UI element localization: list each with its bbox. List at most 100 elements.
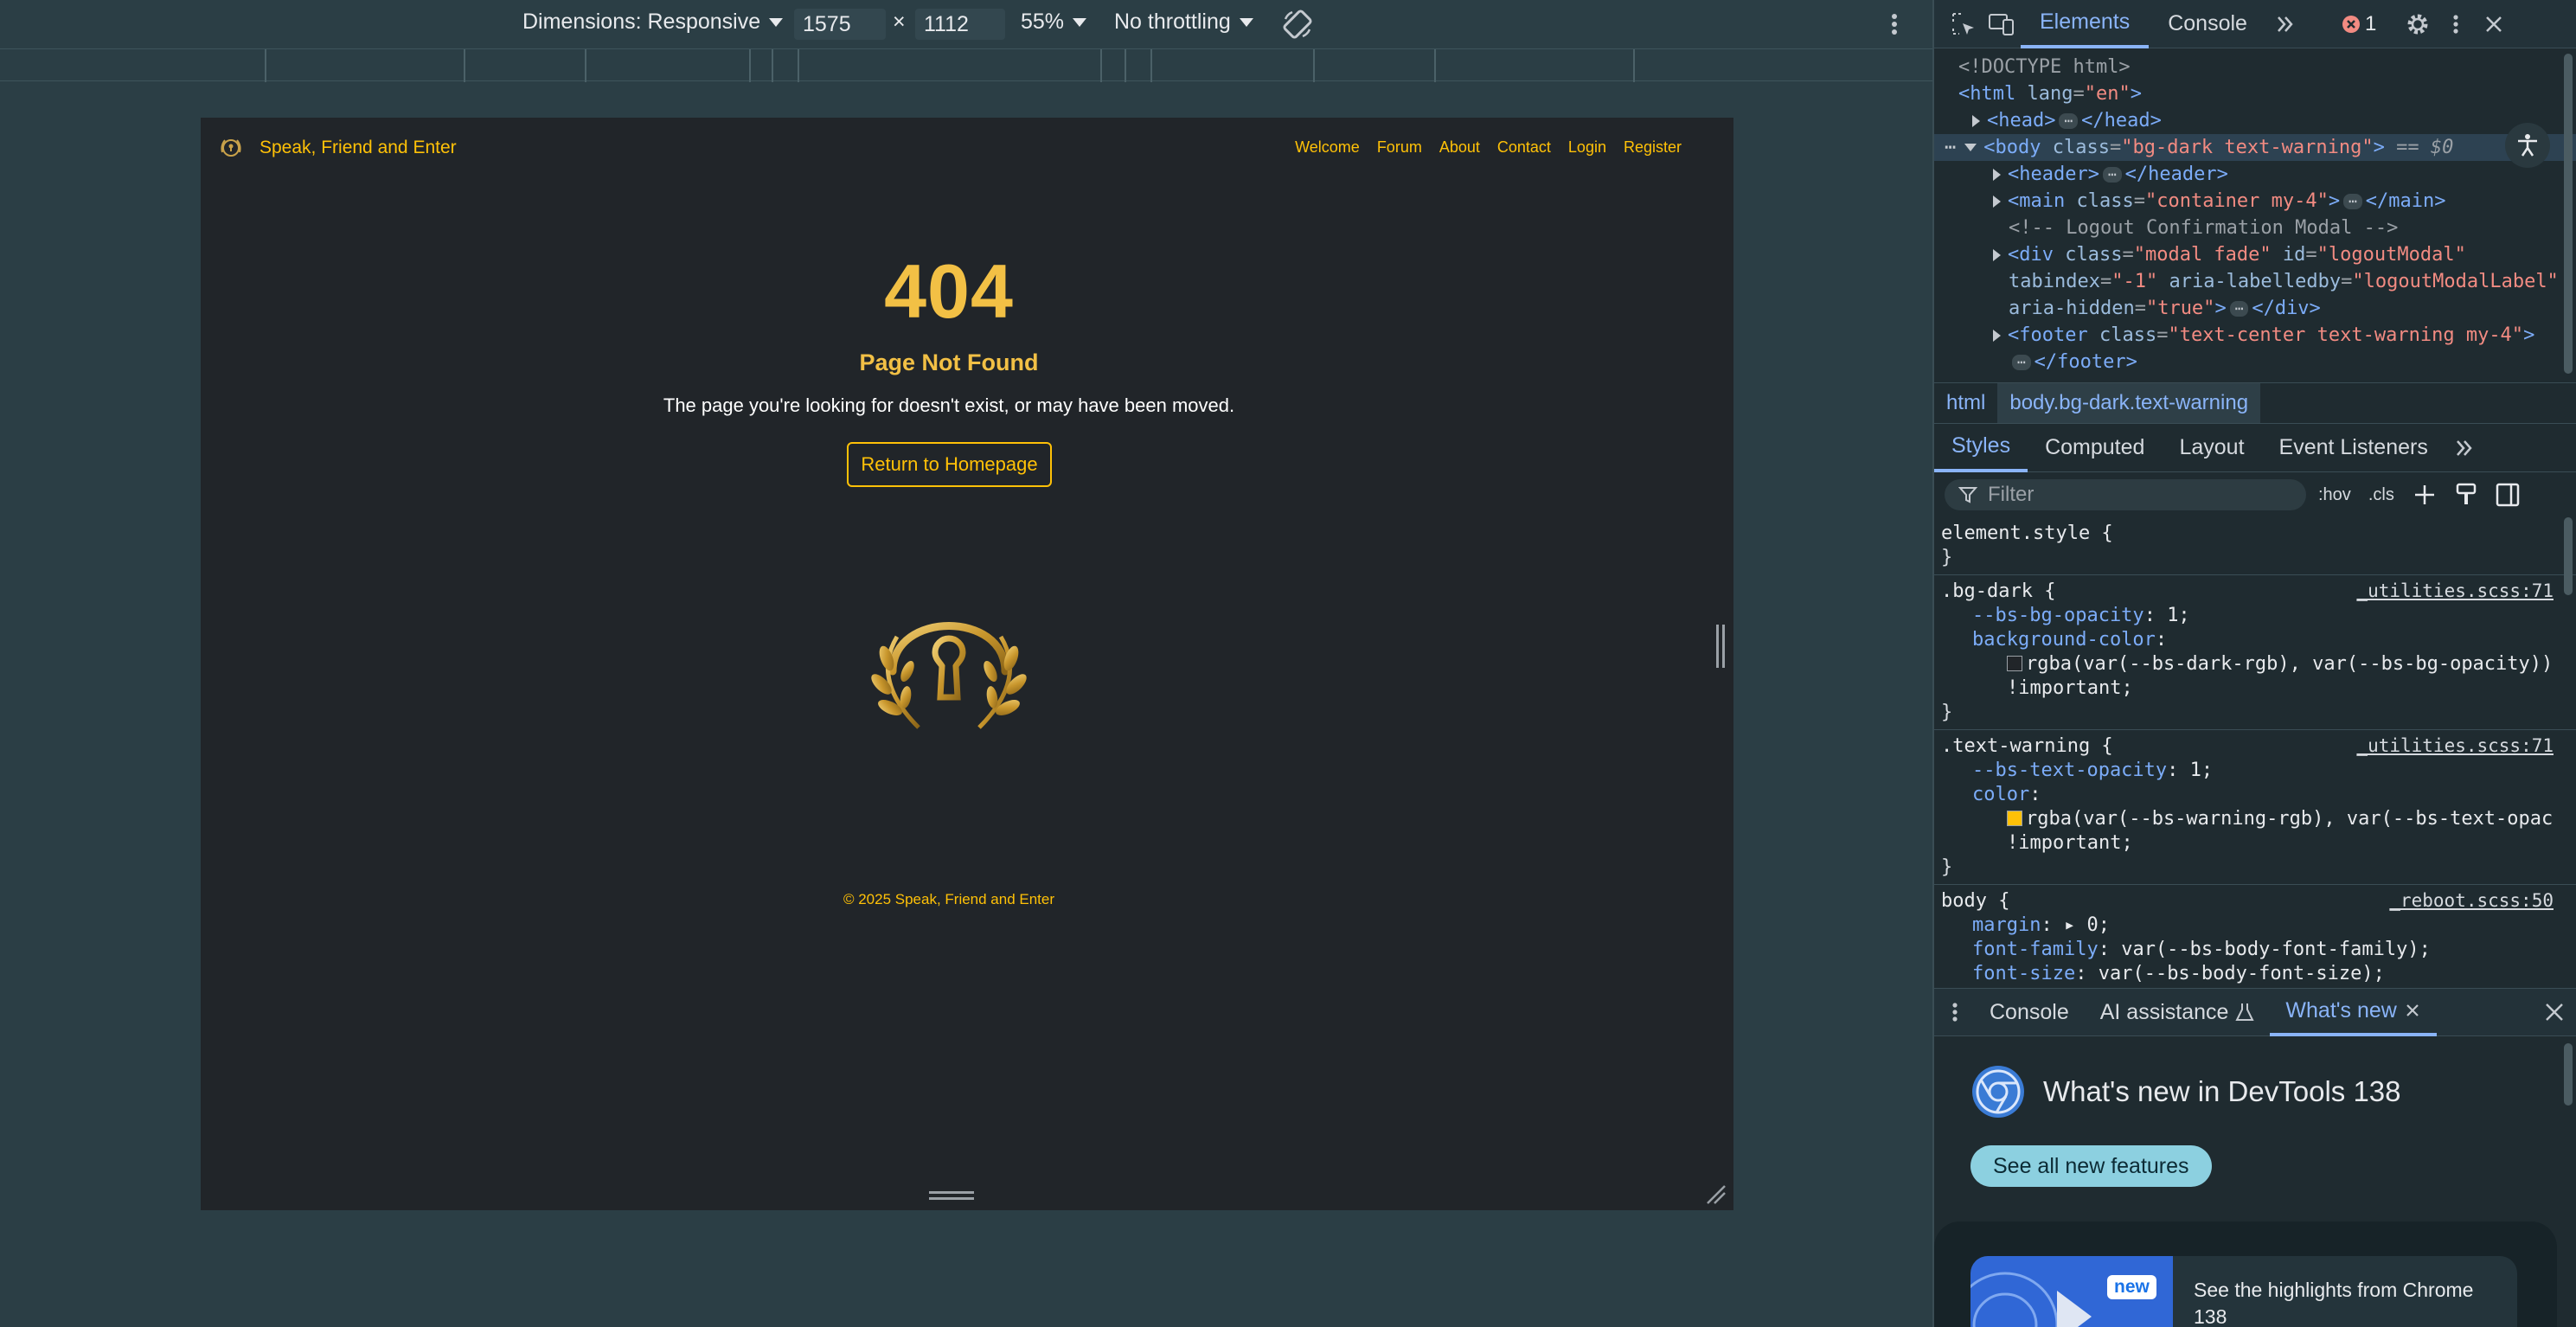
tab-event-listeners[interactable]: Event Listeners [2262, 424, 2445, 472]
devtools-main-tabs: Elements Console 1 [1934, 0, 2576, 48]
chevron-down-icon [1073, 17, 1087, 27]
media-query-marker[interactable] [798, 49, 799, 82]
breadcrumb-html[interactable]: html [1934, 383, 1997, 423]
accessibility-icon [2518, 134, 2537, 157]
new-badge: new [2107, 1275, 2156, 1299]
paint-brush-icon[interactable] [2455, 482, 2477, 508]
see-all-features-button[interactable]: See all new features [1970, 1145, 2212, 1187]
accessibility-tree-toggle[interactable] [2505, 123, 2550, 168]
tree-modal-div[interactable]: <div class = "modal fade" id = "logoutModal" [1934, 241, 2576, 268]
expand-arrow-icon[interactable] [1993, 248, 2001, 261]
more-options-icon[interactable] [1884, 7, 1905, 42]
drawer-menu-icon[interactable] [1936, 993, 1974, 1031]
resize-handle-horizontal[interactable] [929, 1189, 974, 1202]
nav-about[interactable]: About [1439, 138, 1480, 157]
close-tab-icon[interactable] [2404, 1002, 2421, 1019]
settings-gear-icon[interactable] [2399, 5, 2437, 43]
throttling-dropdown[interactable]: No throttling [1114, 10, 1253, 35]
chrome-logo-icon [1972, 1066, 2024, 1118]
color-swatch[interactable] [2007, 656, 2022, 671]
device-toggle-icon[interactable] [1983, 5, 2021, 43]
expand-arrow-icon[interactable] [1993, 168, 2001, 181]
return-home-button[interactable]: Return to Homepage [847, 442, 1052, 487]
site-header: Speak, Friend and Enter Welcome Forum Ab… [201, 118, 1733, 180]
tree-body-selected[interactable]: ⋯ <body class = "bg-dark text-warning" > == … [1934, 134, 2576, 161]
tab-console[interactable]: Console [2149, 0, 2266, 48]
zoom-dropdown[interactable]: 55% [1021, 10, 1087, 35]
cls-toggle[interactable]: .cls [2368, 485, 2394, 505]
media-query-marker[interactable] [464, 49, 465, 82]
chevron-down-icon [1239, 17, 1253, 27]
tree-head[interactable]: < head > ⋯ </head > [1934, 107, 2576, 134]
tab-elements[interactable]: Elements [2021, 0, 2150, 48]
elements-scrollbar[interactable] [2564, 54, 2573, 374]
customize-devtools-icon[interactable] [2437, 5, 2475, 43]
expand-arrow-icon[interactable] [1972, 114, 1980, 127]
source-link[interactable]: _utilities.scss:71 [2356, 580, 2554, 601]
media-query-marker[interactable] [1313, 49, 1315, 82]
more-tabs-icon[interactable] [2445, 429, 2483, 467]
rule-element-style[interactable]: element.style { } [1934, 517, 2576, 575]
rule-body[interactable]: body { _reboot.scss:50 margin: ▸ 0; font… [1934, 885, 2576, 984]
tree-footer[interactable]: <footer class = "text-center text-warning … [1934, 322, 2576, 349]
add-rule-icon[interactable] [2412, 482, 2438, 508]
nav-register[interactable]: Register [1624, 138, 1682, 157]
expand-arrow-icon[interactable] [1993, 195, 2001, 208]
rotate-icon[interactable] [1280, 7, 1315, 42]
rule-bg-dark[interactable]: .bg-dark { _utilities.scss:71 --bs-bg-op… [1934, 575, 2576, 730]
sidebar-toggle-icon[interactable] [2495, 482, 2521, 508]
media-query-marker[interactable] [1150, 49, 1152, 82]
width-input[interactable]: 1575 [794, 9, 886, 40]
rule-text-warning[interactable]: .text-warning { _utilities.scss:71 --bs-… [1934, 730, 2576, 885]
color-swatch[interactable] [2007, 811, 2022, 826]
resize-corner-icon[interactable] [1706, 1184, 1727, 1205]
tree-doctype[interactable]: <!DOCTYPE html> [1934, 54, 2576, 80]
drawer-tab-console[interactable]: Console [1974, 988, 2085, 1036]
drawer-tab-whats-new[interactable]: What's new [2270, 988, 2437, 1036]
resize-handle-vertical[interactable] [1714, 625, 1727, 668]
collapse-arrow-icon[interactable] [1964, 144, 1977, 151]
media-query-marker[interactable] [1633, 49, 1635, 82]
highlights-card[interactable]: new See the highlights from Chrome 138 [1934, 1221, 2557, 1327]
tree-html[interactable]: <html lang = "en" > [1934, 80, 2576, 107]
expand-arrow-icon[interactable] [1993, 329, 2001, 342]
nav-login[interactable]: Login [1568, 138, 1606, 157]
media-query-marker[interactable] [585, 49, 586, 82]
media-query-marker[interactable] [265, 49, 266, 82]
media-query-marker[interactable] [772, 49, 773, 82]
media-query-bar[interactable] [0, 48, 1932, 82]
nav-welcome[interactable]: Welcome [1295, 138, 1360, 157]
close-devtools-icon[interactable] [2475, 5, 2513, 43]
tab-computed[interactable]: Computed [2028, 424, 2162, 472]
styles-filter-input[interactable]: Filter [1945, 479, 2306, 510]
brand-link[interactable]: Speak, Friend and Enter [218, 135, 457, 161]
tree-header[interactable]: < header > ⋯ </header > [1934, 161, 2576, 188]
inspect-element-icon[interactable] [1945, 5, 1983, 43]
dimensions-dropdown[interactable]: Dimensions: Responsive [522, 10, 784, 35]
height-input[interactable]: 1112 [915, 9, 1005, 40]
nav-forum[interactable]: Forum [1377, 138, 1422, 157]
error-counter[interactable]: 1 [2341, 12, 2376, 36]
devtools-panel: Elements Console 1 <!DOCTYPE html> <html… [1932, 0, 2576, 1327]
whats-new-scrollbar[interactable] [2564, 1043, 2573, 1106]
drawer-tab-ai-assistance[interactable]: AI assistance [2085, 988, 2271, 1036]
tab-styles[interactable]: Styles [1934, 424, 2028, 472]
tree-main[interactable]: <main class = "container my-4" > ⋯ </main > [1934, 188, 2576, 215]
tab-layout[interactable]: Layout [2162, 424, 2261, 472]
breadcrumb-body[interactable]: body.bg-dark.text-warning [1997, 383, 2261, 423]
close-drawer-icon[interactable] [2543, 1001, 2566, 1028]
source-link[interactable]: _reboot.scss:50 [2389, 890, 2554, 911]
media-query-marker[interactable] [1125, 49, 1126, 82]
media-query-marker[interactable] [1100, 49, 1102, 82]
media-query-marker[interactable] [749, 49, 751, 82]
nav-contact[interactable]: Contact [1497, 138, 1551, 157]
times-symbol: × [893, 10, 906, 34]
throttling-label: No throttling [1114, 10, 1231, 34]
error-message: The page you're looking for doesn't exis… [663, 394, 1235, 416]
more-tabs-icon[interactable] [2266, 5, 2304, 43]
styles-scrollbar[interactable] [2564, 517, 2573, 595]
source-link[interactable]: _utilities.scss:71 [2356, 735, 2554, 756]
tree-comment[interactable]: <!-- Logout Confirmation Modal --> [1934, 215, 2576, 241]
media-query-marker[interactable] [1434, 49, 1436, 82]
hov-toggle[interactable]: :hov [2318, 485, 2351, 505]
